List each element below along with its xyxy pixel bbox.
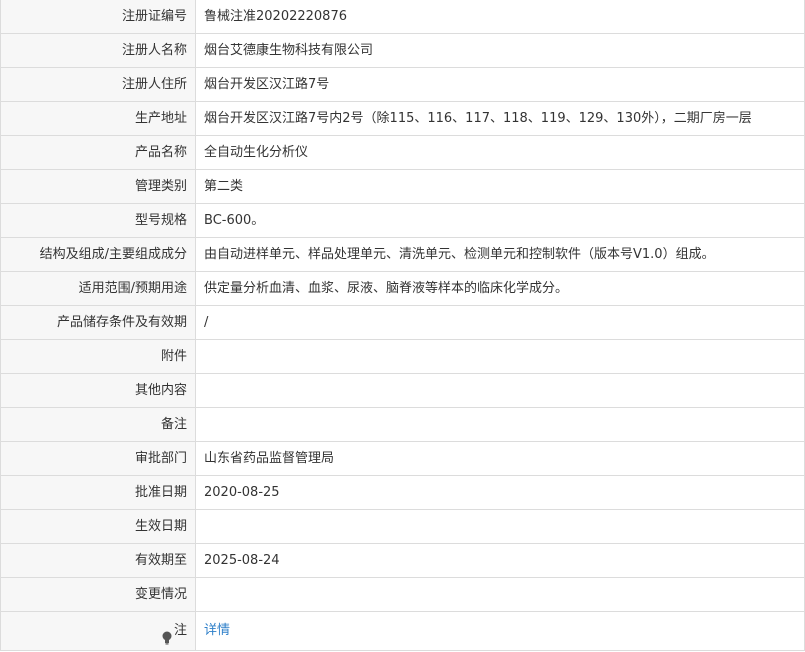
row-note: 注 详情 [0,611,805,651]
label-note: 注 [0,611,196,651]
label-remarks: 备注 [0,407,196,442]
label-approval-dept: 审批部门 [0,441,196,476]
row-registrant-name: 注册人名称 烟台艾德康生物科技有限公司 [0,33,805,68]
label-storage: 产品储存条件及有效期 [0,305,196,340]
value-effective-date [195,509,805,544]
value-attachment [195,339,805,374]
label-registrant-address: 注册人住所 [0,67,196,102]
row-product-name: 产品名称 全自动生化分析仪 [0,135,805,170]
row-category: 管理类别 第二类 [0,169,805,204]
row-changes: 变更情况 [0,577,805,612]
row-registrant-address: 注册人住所 烟台开发区汉江路7号 [0,67,805,102]
row-scope: 适用范围/预期用途 供定量分析血清、血浆、尿液、脑脊液等样本的临床化学成分。 [0,271,805,306]
label-production-address: 生产地址 [0,101,196,136]
label-valid-until: 有效期至 [0,543,196,578]
value-approval-date: 2020-08-25 [195,475,805,510]
row-storage: 产品储存条件及有效期 / [0,305,805,340]
row-attachment: 附件 [0,339,805,374]
value-category: 第二类 [195,169,805,204]
value-approval-dept: 山东省药品监督管理局 [195,441,805,476]
label-scope: 适用范围/预期用途 [0,271,196,306]
value-storage: / [195,305,805,340]
label-registrant-name: 注册人名称 [0,33,196,68]
value-note: 详情 [195,611,805,651]
value-registrant-address: 烟台开发区汉江路7号 [195,67,805,102]
row-production-address: 生产地址 烟台开发区汉江路7号内2号（除115、116、117、118、119、… [0,101,805,136]
value-valid-until: 2025-08-24 [195,543,805,578]
label-changes: 变更情况 [0,577,196,612]
label-reg-number: 注册证编号 [0,0,196,34]
value-other [195,373,805,408]
row-structure: 结构及组成/主要组成成分 由自动进样单元、样品处理单元、清洗单元、检测单元和控制… [0,237,805,272]
row-valid-until: 有效期至 2025-08-24 [0,543,805,578]
label-effective-date: 生效日期 [0,509,196,544]
registration-detail-table: 注册证编号 鲁械注准20202220876 注册人名称 烟台艾德康生物科技有限公… [0,0,805,651]
row-approval-date: 批准日期 2020-08-25 [0,475,805,510]
lightbulb-icon [162,623,172,644]
label-product-name: 产品名称 [0,135,196,170]
label-other: 其他内容 [0,373,196,408]
row-remarks: 备注 [0,407,805,442]
row-effective-date: 生效日期 [0,509,805,544]
value-reg-number: 鲁械注准20202220876 [195,0,805,34]
value-registrant-name: 烟台艾德康生物科技有限公司 [195,33,805,68]
label-structure: 结构及组成/主要组成成分 [0,237,196,272]
value-changes [195,577,805,612]
value-remarks [195,407,805,442]
label-model-spec: 型号规格 [0,203,196,238]
value-production-address: 烟台开发区汉江路7号内2号（除115、116、117、118、119、129、1… [195,101,805,136]
row-approval-dept: 审批部门 山东省药品监督管理局 [0,441,805,476]
label-attachment: 附件 [0,339,196,374]
label-approval-date: 批准日期 [0,475,196,510]
value-structure: 由自动进样单元、样品处理单元、清洗单元、检测单元和控制软件（版本号V1.0）组成… [195,237,805,272]
row-model-spec: 型号规格 BC-600。 [0,203,805,238]
value-scope: 供定量分析血清、血浆、尿液、脑脊液等样本的临床化学成分。 [195,271,805,306]
value-product-name: 全自动生化分析仪 [195,135,805,170]
row-other: 其他内容 [0,373,805,408]
row-reg-number: 注册证编号 鲁械注准20202220876 [0,0,805,34]
label-category: 管理类别 [0,169,196,204]
value-model-spec: BC-600。 [195,203,805,238]
details-link[interactable]: 详情 [204,623,230,638]
note-label-text: 注 [173,623,187,638]
